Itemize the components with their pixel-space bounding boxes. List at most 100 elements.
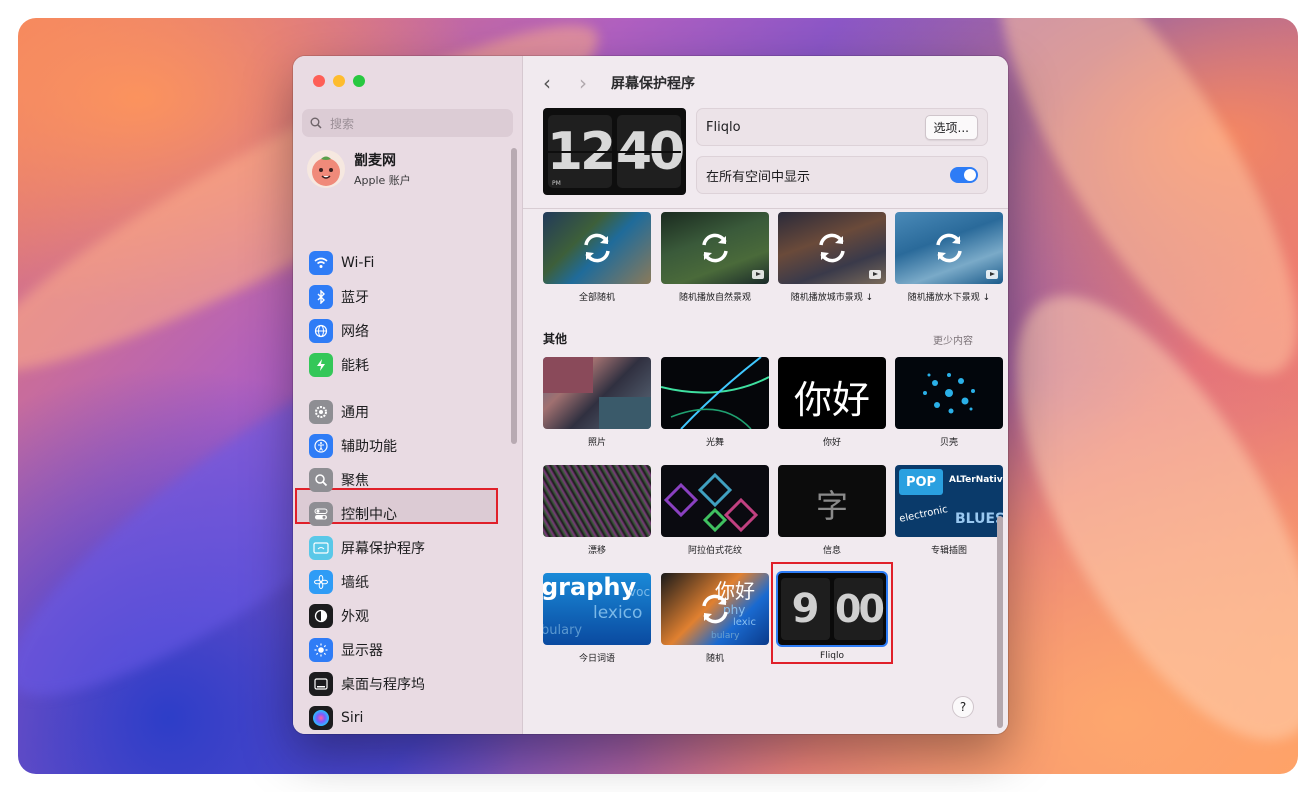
sidebar-item-label: 墙纸 — [341, 575, 369, 591]
sidebar-item[interactable]: 外观 — [309, 601, 509, 631]
hello-text: 你好 — [793, 378, 870, 422]
saver-thumbnail — [661, 465, 769, 537]
saver-caption: 随机播放城市景观 ↓ — [790, 293, 874, 303]
wifi-icon — [309, 251, 333, 275]
shuffle-icon — [702, 594, 728, 624]
sidebar-item[interactable]: 通用 — [309, 397, 509, 427]
section-title-other: 其他 — [543, 332, 568, 346]
saver-tile[interactable]: graphy voc lexico bulary 今日词语 — [543, 573, 651, 664]
back-chevron-icon[interactable]: ‹ — [543, 71, 551, 95]
sidebar-item[interactable]: 桌面与程序坞 — [309, 669, 509, 699]
saver-grid: 全部随机 随机播放自然景观 随机播放城市景观 ↓ 随机播放水下景观 ↓ 照片 光舞 你好 你好… — [523, 209, 1008, 734]
avatar — [307, 150, 345, 188]
saver-thumbnail — [543, 212, 651, 284]
sidebar-item-label: 能耗 — [341, 358, 369, 374]
saver-tile[interactable]: 随机播放城市景观 ↓ — [778, 212, 886, 303]
sidebar-item[interactable]: 墙纸 — [309, 567, 509, 597]
saver-caption: 贝壳 — [939, 438, 958, 448]
saver-caption: 随机 — [705, 654, 724, 664]
options-button[interactable]: 选项... — [924, 114, 978, 140]
video-badge-icon — [752, 270, 764, 279]
show-less-link[interactable]: 更少内容 — [933, 332, 973, 347]
saver-tile[interactable]: 随机播放自然景观 — [661, 212, 769, 303]
minimize-button[interactable] — [333, 75, 345, 87]
show-all-spaces-label: 在所有空间中显示 — [706, 169, 811, 185]
word-voc: voc — [629, 585, 651, 599]
saver-tile[interactable]: 你好 你好 — [778, 357, 886, 448]
sidebar-scrollbar[interactable] — [511, 148, 517, 444]
search-icon — [310, 117, 322, 129]
close-button[interactable] — [313, 75, 325, 87]
saver-thumbnail — [895, 357, 1003, 429]
saver-caption: 今日词语 — [578, 654, 615, 664]
sidebar-item[interactable]: 聚焦 — [309, 465, 509, 495]
sidebar-item-label: 屏幕保护程序 — [341, 541, 425, 557]
saver-caption: 光舞 — [705, 438, 724, 448]
saver-thumbnail: POP ALTerNative electronic BLUES — [895, 465, 1003, 537]
shuffle-icon — [584, 233, 610, 263]
sidebar-item[interactable]: 蓝牙 — [309, 282, 509, 312]
sidebar-item[interactable]: 网络 — [309, 316, 509, 346]
flower-icon — [309, 570, 333, 594]
siri-icon — [309, 706, 333, 730]
photo-collage-piece — [599, 397, 651, 429]
saver-tile[interactable]: 阿拉伯式花纹 — [661, 465, 769, 556]
peach-avatar-icon — [312, 156, 340, 186]
apple-account[interactable]: 劏麦网 Apple 账户 — [307, 150, 411, 188]
preview-minute: 40 — [616, 115, 685, 188]
saver-caption: 全部随机 — [578, 293, 615, 303]
current-saver-row: Fliqlo 选项... — [696, 108, 988, 146]
forward-chevron-icon[interactable]: › — [579, 71, 587, 95]
preview-hour: 12 — [547, 115, 616, 188]
screensaver-icon — [309, 536, 333, 560]
show-all-spaces-toggle[interactable] — [950, 167, 978, 183]
album-alternative: ALTerNative — [949, 475, 1003, 485]
window-controls — [313, 75, 365, 87]
sidebar-item[interactable]: 辅助功能 — [309, 431, 509, 461]
saver-tile[interactable]: 字信息 — [778, 465, 886, 556]
sidebar-item[interactable]: 控制中心 — [309, 499, 509, 529]
system-settings-window: 搜索 劏麦网 Apple 账户 Wi-Fi 蓝牙网络能耗通用辅助功能聚焦控制中心屏… — [293, 56, 1008, 734]
photo-collage-piece — [543, 357, 593, 393]
light-beams-art — [661, 357, 769, 429]
saver-thumbnail — [661, 357, 769, 429]
message-text: 字 — [815, 487, 848, 525]
sidebar-item[interactable]: Siri — [309, 703, 509, 733]
zoom-button[interactable] — [353, 75, 365, 87]
saver-tile[interactable]: 贝壳 — [895, 357, 1003, 448]
saver-caption: 你好 — [822, 438, 841, 448]
sidebar-item[interactable]: 屏幕保护程序 — [309, 533, 509, 563]
sidebar-item-label: 外观 — [341, 609, 369, 625]
shuffle-icon — [936, 233, 962, 263]
saver-tile[interactable]: 全部随机 — [543, 212, 651, 303]
preview-ampm: PM — [552, 180, 561, 187]
word-graphy: graphy — [543, 573, 637, 601]
word-lexico: lexico — [593, 603, 643, 623]
help-button[interactable]: ? — [952, 696, 974, 718]
shuffle-icon — [702, 233, 728, 263]
saver-tile[interactable]: 照片 — [543, 357, 651, 448]
album-pop: POP — [899, 469, 943, 495]
sidebar-item[interactable]: Wi-Fi — [309, 248, 509, 278]
video-badge-icon — [986, 270, 998, 279]
main-scrollbar[interactable] — [997, 516, 1003, 728]
video-badge-icon — [869, 270, 881, 279]
saver-caption: 照片 — [587, 438, 606, 448]
search-input[interactable]: 搜索 — [302, 109, 513, 137]
sidebar-item-label: 蓝牙 — [341, 290, 369, 306]
saver-caption: 信息 — [822, 546, 841, 556]
toggles-icon — [309, 502, 333, 526]
sidebar-item[interactable]: 能耗 — [309, 350, 509, 380]
saver-tile[interactable]: 漂移 — [543, 465, 651, 556]
magnifier-icon — [309, 468, 333, 492]
saver-caption: 阿拉伯式花纹 — [687, 546, 742, 556]
sidebar-item[interactable]: 显示器 — [309, 635, 509, 665]
saver-tile[interactable]: 随机播放水下景观 ↓ — [895, 212, 1003, 303]
sidebar: 搜索 劏麦网 Apple 账户 Wi-Fi 蓝牙网络能耗通用辅助功能聚焦控制中心屏… — [293, 56, 523, 734]
saver-tile[interactable]: 光舞 — [661, 357, 769, 448]
saver-tile[interactable]: 你好 phy lexic bulary 随机 — [661, 573, 769, 664]
arabesque-art — [663, 472, 759, 533]
saver-tile[interactable]: POP ALTerNative electronic BLUES 专辑插图 — [895, 465, 1003, 556]
sidebar-item-label: 控制中心 — [341, 507, 397, 523]
bluetooth-icon — [309, 285, 333, 309]
